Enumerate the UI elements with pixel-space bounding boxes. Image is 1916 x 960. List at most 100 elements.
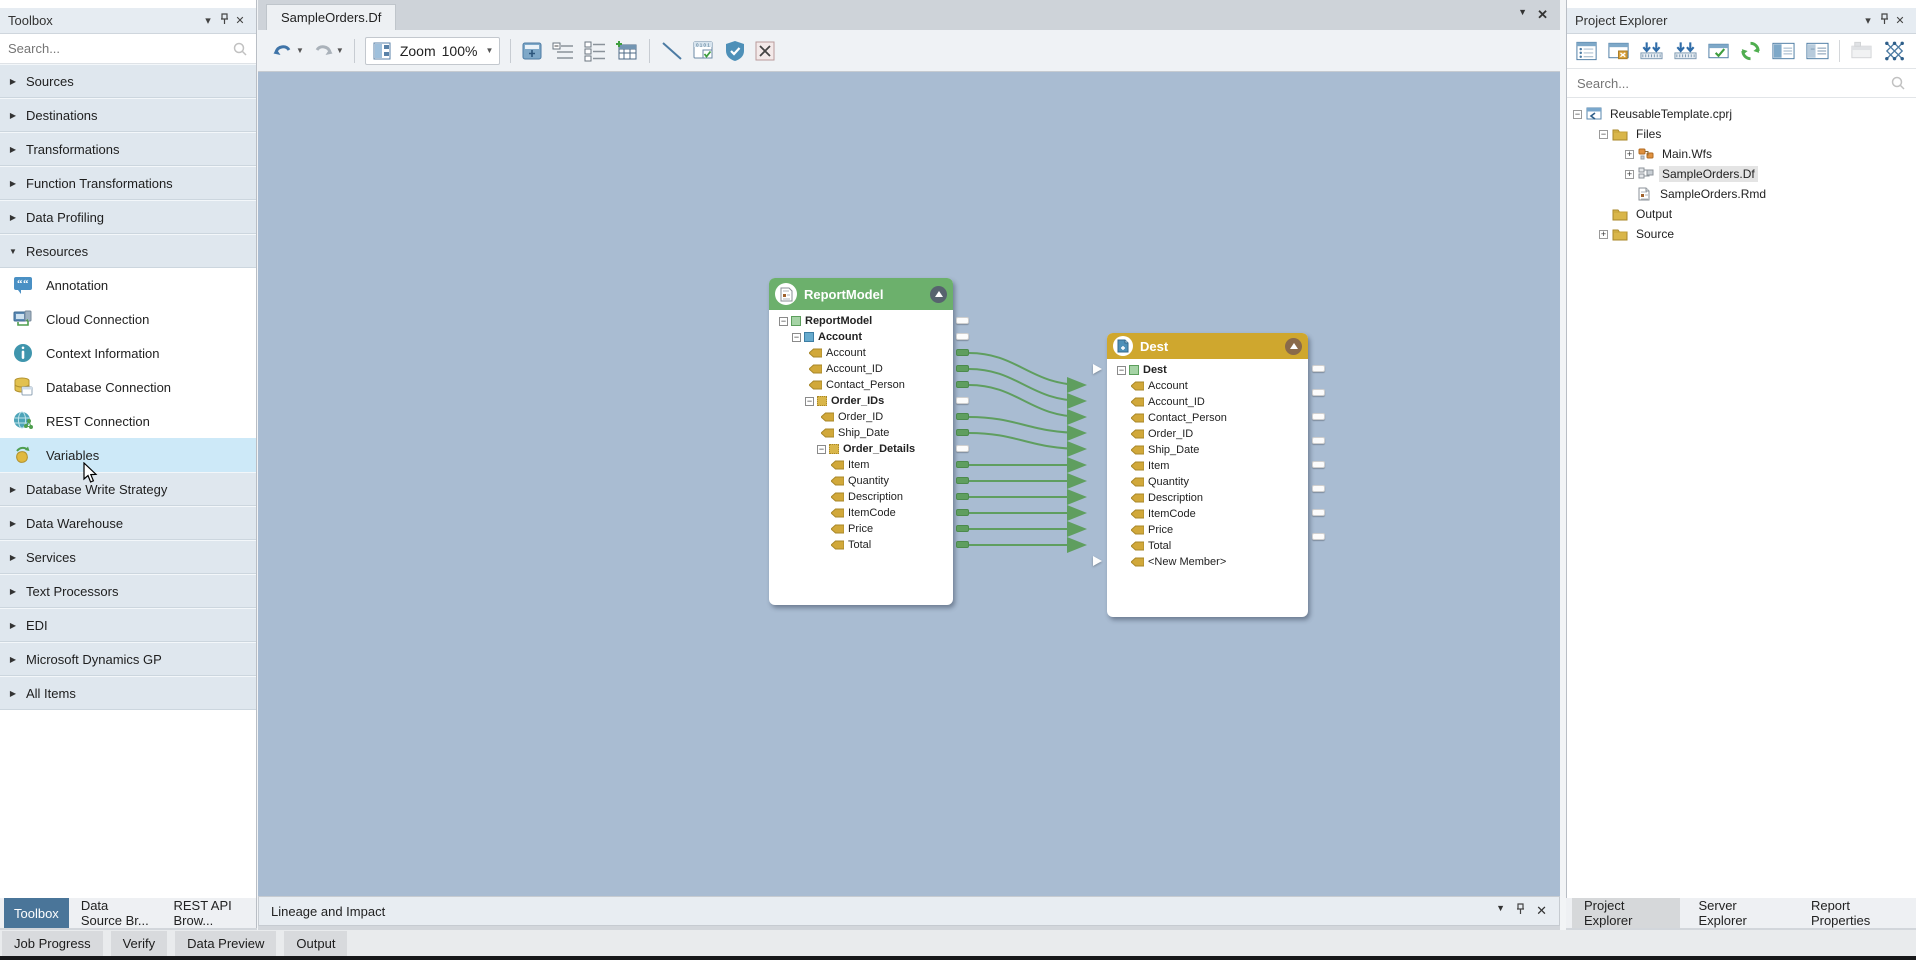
tree-item-files[interactable]: − Files	[1573, 124, 1916, 144]
toolbox-category-text-processors[interactable]: ▶Text Processors	[0, 574, 256, 608]
toolbox-item-database-connection[interactable]: Database Connection	[0, 370, 256, 404]
toolbox-category-data-profiling[interactable]: ▶Data Profiling	[0, 200, 256, 234]
collapse-box-icon[interactable]: −	[817, 445, 826, 454]
toolbox-pin-icon[interactable]	[216, 13, 232, 28]
tab-report-properties[interactable]: Report Properties	[1799, 898, 1916, 928]
field-label[interactable]: ItemCode	[848, 507, 896, 519]
zoom-dropdown-icon[interactable]: ▼	[485, 46, 493, 55]
add-table-button[interactable]	[612, 38, 642, 64]
lineage-dropdown-icon[interactable]: ▼	[1496, 903, 1505, 919]
field-label[interactable]: Ship_Date	[838, 427, 889, 439]
zoom-value[interactable]: 100%	[442, 43, 478, 59]
output-port-mapped[interactable]	[956, 477, 969, 484]
field-label[interactable]: Order_ID	[838, 411, 883, 423]
expand-collapse-nodes-button[interactable]	[548, 38, 578, 64]
toolbox-item-variables[interactable]: Variables	[0, 438, 256, 472]
output-port[interactable]	[1312, 365, 1325, 372]
toolbox-category-microsoft-dynamics-gp[interactable]: ▶Microsoft Dynamics GP	[0, 642, 256, 676]
refresh-icon[interactable]	[1739, 40, 1762, 62]
toolbox-category-edi[interactable]: ▶EDI	[0, 608, 256, 642]
dock-right-window-icon[interactable]	[1805, 40, 1830, 62]
toolbox-search-input[interactable]	[8, 41, 232, 56]
toolbox-category-all-items[interactable]: ▶All Items	[0, 676, 256, 710]
tab-job-progress[interactable]: Job Progress	[2, 931, 103, 956]
left-splitter[interactable]	[257, 0, 258, 930]
field-label[interactable]: Account_ID	[826, 363, 883, 375]
field-label[interactable]: Contact_Person	[826, 379, 905, 391]
map-line-ship-date[interactable]	[969, 433, 1083, 449]
toolbox-category-sources[interactable]: ▶Sources	[0, 64, 256, 98]
project-explorer-dropdown-icon[interactable]: ▾	[1860, 14, 1876, 27]
expression-builder-button[interactable]	[518, 38, 546, 64]
field-label[interactable]: Item	[1148, 460, 1169, 472]
collapse-box-icon[interactable]: −	[779, 317, 788, 326]
field-label[interactable]: Account_ID	[1148, 396, 1205, 408]
toolbox-category-database-write-strategy[interactable]: ▶Database Write Strategy	[0, 472, 256, 506]
output-port[interactable]	[1312, 389, 1325, 396]
field-label[interactable]: Contact_Person	[1148, 412, 1227, 424]
tab-list-dropdown-icon[interactable]: ▼	[1518, 7, 1527, 23]
output-port[interactable]	[1312, 413, 1325, 420]
map-line-contact-person[interactable]	[969, 385, 1083, 417]
output-port-mapped[interactable]	[956, 365, 969, 372]
lineage-pin-icon[interactable]	[1515, 903, 1526, 919]
tree-node-label[interactable]: Order_IDs	[831, 395, 884, 407]
map-line-order-id[interactable]	[969, 417, 1083, 433]
output-port[interactable]	[956, 317, 969, 324]
clear-maps-button[interactable]	[751, 38, 779, 64]
tree-item-label[interactable]: Source	[1633, 226, 1677, 242]
expand-box-icon[interactable]: +	[1625, 170, 1634, 179]
diagram-overview-icon[interactable]	[372, 41, 392, 61]
get-latest-icon[interactable]	[1639, 40, 1664, 62]
tree-item-label[interactable]: ReusableTemplate.cprj	[1607, 106, 1735, 122]
collapse-box-icon[interactable]: −	[805, 397, 814, 406]
undo-dropdown-icon[interactable]: ▼	[296, 46, 304, 55]
properties-window-icon[interactable]	[1575, 40, 1598, 62]
tab-verify[interactable]: Verify	[111, 931, 168, 956]
toolbox-category-destinations[interactable]: ▶Destinations	[0, 98, 256, 132]
tree-node-label[interactable]: Account	[818, 331, 862, 343]
field-label[interactable]: Price	[848, 523, 873, 535]
check-out-icon[interactable]	[1673, 40, 1698, 62]
output-port[interactable]	[956, 333, 969, 340]
tree-item-label[interactable]: SampleOrders.Rmd	[1657, 186, 1769, 202]
collapse-box-icon[interactable]: −	[1573, 110, 1582, 119]
data-quality-rules-button[interactable]: 0 1 0 1	[689, 38, 719, 64]
project-explorer-close-icon[interactable]: ✕	[1892, 14, 1908, 27]
output-port-mapped[interactable]	[956, 509, 969, 516]
toolbox-category-transformations[interactable]: ▶Transformations	[0, 132, 256, 166]
collapse-box-icon[interactable]: −	[792, 333, 801, 342]
output-port[interactable]	[1312, 509, 1325, 516]
tree-item-label[interactable]: SampleOrders.Df	[1659, 166, 1758, 182]
input-port-unmapped[interactable]	[1093, 556, 1102, 566]
tab-rest-api-browser[interactable]: REST API Brow...	[163, 898, 256, 928]
project-explorer-pin-icon[interactable]	[1876, 13, 1892, 28]
collapse-box-icon[interactable]: −	[1117, 366, 1126, 375]
tree-item-sampleorders-rmd[interactable]: SampleOrders.Rmd	[1573, 184, 1916, 204]
field-label[interactable]: ItemCode	[1148, 508, 1196, 520]
output-port-mapped[interactable]	[956, 541, 969, 548]
output-port-mapped[interactable]	[956, 349, 969, 356]
output-port-mapped[interactable]	[956, 429, 969, 436]
node-dest-header[interactable]: Dest	[1107, 333, 1308, 359]
toolbox-category-function-transformations[interactable]: ▶Function Transformations	[0, 166, 256, 200]
output-port-mapped[interactable]	[956, 381, 969, 388]
output-port[interactable]	[1312, 533, 1325, 540]
tree-node-label[interactable]: Order_Details	[843, 443, 915, 455]
toolbox-close-icon[interactable]: ✕	[232, 14, 248, 27]
field-label[interactable]: Order_ID	[1148, 428, 1193, 440]
expand-box-icon[interactable]: +	[1625, 150, 1634, 159]
lineage-graph-icon[interactable]	[1883, 40, 1908, 62]
output-port[interactable]	[956, 397, 969, 404]
field-label[interactable]: Account	[826, 347, 866, 359]
output-port-mapped[interactable]	[956, 413, 969, 420]
output-port[interactable]	[1312, 437, 1325, 444]
outline-view-button[interactable]	[580, 38, 610, 64]
node-collapse-button[interactable]	[1285, 338, 1302, 355]
node-collapse-button[interactable]	[930, 286, 947, 303]
field-label[interactable]: Total	[848, 539, 871, 551]
tab-project-explorer[interactable]: Project Explorer	[1572, 898, 1680, 928]
field-label[interactable]: Ship_Date	[1148, 444, 1199, 456]
field-label[interactable]: Account	[1148, 380, 1188, 392]
tree-item-output[interactable]: Output	[1573, 204, 1916, 224]
